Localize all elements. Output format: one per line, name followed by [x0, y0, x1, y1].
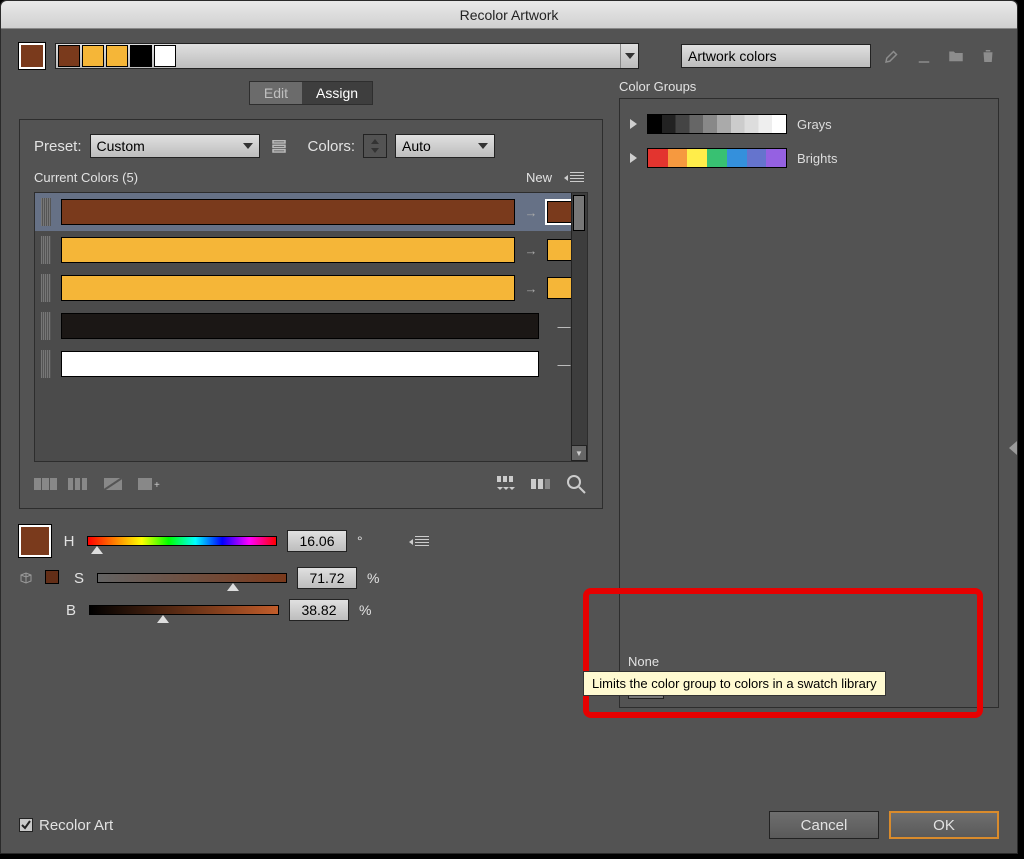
- current-color-bar[interactable]: [61, 237, 515, 263]
- colors-label: Colors:: [308, 138, 356, 155]
- drag-handle-icon[interactable]: [41, 350, 51, 378]
- current-color-bar[interactable]: [61, 351, 539, 377]
- palette-strip[interactable]: [55, 43, 639, 69]
- group-name: Grays: [797, 117, 832, 132]
- tab-assign[interactable]: Assign: [302, 81, 373, 105]
- palette-chip[interactable]: [130, 45, 152, 67]
- slider-thumb[interactable]: [227, 583, 239, 591]
- color-assignment-list: → → →: [34, 192, 588, 462]
- scroll-thumb[interactable]: [573, 195, 585, 231]
- exclude-colors-icon[interactable]: [102, 474, 126, 494]
- palette-dropdown[interactable]: [620, 44, 638, 68]
- color-row[interactable]: —: [35, 345, 587, 383]
- slider-thumb[interactable]: [91, 546, 103, 554]
- tooltip: Limits the color group to colors in a sw…: [583, 671, 886, 696]
- separate-colors-icon[interactable]: [68, 474, 92, 494]
- hue-unit: °: [357, 533, 371, 549]
- color-row[interactable]: —: [35, 307, 587, 345]
- preset-options-icon[interactable]: [268, 135, 290, 157]
- drag-handle-icon[interactable]: [41, 198, 51, 226]
- out-of-gamut-swatch[interactable]: [45, 570, 59, 584]
- current-colors-header: Current Colors (5): [34, 170, 138, 185]
- drag-handle-icon[interactable]: [41, 312, 51, 340]
- current-color-bar[interactable]: [61, 313, 539, 339]
- palette-chip[interactable]: [106, 45, 128, 67]
- hue-label: H: [61, 533, 77, 550]
- hue-value-field[interactable]: 16.06: [287, 530, 347, 552]
- colors-count-stepper[interactable]: [363, 134, 387, 158]
- find-in-artwork-icon[interactable]: [564, 474, 588, 494]
- new-row-icon[interactable]: +: [136, 474, 160, 494]
- drag-handle-icon[interactable]: [41, 236, 51, 264]
- current-color-bar[interactable]: [61, 199, 515, 225]
- preset-label: Preset:: [34, 138, 82, 155]
- group-preview: [647, 114, 787, 134]
- color-group-name-field[interactable]: Artwork colors: [681, 44, 871, 68]
- list-options-icon[interactable]: [566, 166, 588, 188]
- hsb-color-swatch[interactable]: [19, 525, 51, 557]
- color-group-row[interactable]: Grays: [630, 107, 988, 141]
- scrollbar[interactable]: ▼: [571, 193, 587, 461]
- color-row[interactable]: →: [35, 269, 587, 307]
- bri-unit: %: [359, 602, 373, 618]
- hue-slider[interactable]: [87, 536, 277, 546]
- sat-unit: %: [367, 570, 381, 586]
- recolor-art-checkbox[interactable]: [19, 818, 33, 832]
- active-color-swatch[interactable]: [19, 43, 45, 69]
- titlebar: Recolor Artwork: [1, 1, 1017, 29]
- palette-chip[interactable]: [58, 45, 80, 67]
- disclosure-triangle-icon[interactable]: [630, 153, 637, 163]
- color-group-row[interactable]: Brights: [630, 141, 988, 175]
- color-row[interactable]: →: [35, 193, 587, 231]
- sat-label: S: [71, 570, 87, 587]
- slider-thumb[interactable]: [157, 615, 169, 623]
- randomize-order-icon[interactable]: [496, 474, 520, 494]
- color-row[interactable]: →: [35, 231, 587, 269]
- palette-chip[interactable]: [82, 45, 104, 67]
- group-name: Brights: [797, 151, 837, 166]
- eyedropper-icon[interactable]: [881, 45, 903, 67]
- cancel-button[interactable]: Cancel: [769, 811, 879, 839]
- slider-options-icon[interactable]: [411, 530, 433, 552]
- ok-button[interactable]: OK: [889, 811, 999, 839]
- preset-select[interactable]: Custom: [90, 134, 260, 158]
- color-groups-panel: Grays Brights None: [619, 98, 999, 708]
- hsb-sliders: H 16.06 ° S 71.72: [19, 525, 603, 621]
- colors-mode-select[interactable]: Auto: [395, 134, 495, 158]
- tab-edit[interactable]: Edit: [249, 81, 302, 105]
- assign-arrow-icon[interactable]: →: [523, 281, 539, 296]
- new-colors-header: New: [526, 170, 552, 185]
- sat-slider[interactable]: [97, 573, 287, 583]
- bri-label: B: [63, 602, 79, 619]
- folder-icon[interactable]: [945, 45, 967, 67]
- bri-value-field[interactable]: 38.82: [289, 599, 349, 621]
- drag-handle-icon[interactable]: [41, 274, 51, 302]
- recolor-art-label: Recolor Art: [39, 817, 113, 834]
- disclosure-triangle-icon[interactable]: [630, 119, 637, 129]
- save-group-icon[interactable]: [913, 45, 935, 67]
- svg-text:+: +: [154, 480, 160, 491]
- current-color-bar[interactable]: [61, 275, 515, 301]
- swatch-library-label: None: [628, 654, 990, 669]
- scroll-down-button[interactable]: ▼: [571, 445, 587, 461]
- randomize-sat-icon[interactable]: [530, 474, 554, 494]
- assign-arrow-icon[interactable]: →: [523, 205, 539, 220]
- color-groups-label: Color Groups: [619, 79, 999, 94]
- palette-chip[interactable]: [154, 45, 176, 67]
- window-title: Recolor Artwork: [460, 7, 559, 23]
- sat-value-field[interactable]: 71.72: [297, 567, 357, 589]
- merge-colors-icon[interactable]: [34, 474, 58, 494]
- trash-icon[interactable]: [977, 45, 999, 67]
- bri-slider[interactable]: [89, 605, 279, 615]
- assign-panel: Preset: Custom Colors: Auto: [19, 119, 603, 509]
- mode-tabs: Edit Assign: [19, 81, 603, 105]
- cube-icon[interactable]: [19, 571, 33, 585]
- recolor-artwork-dialog: Recolor Artwork Artwork colors: [0, 0, 1018, 854]
- group-preview: [647, 148, 787, 168]
- collapse-panel-icon[interactable]: [1009, 441, 1017, 455]
- assign-arrow-icon[interactable]: →: [523, 243, 539, 258]
